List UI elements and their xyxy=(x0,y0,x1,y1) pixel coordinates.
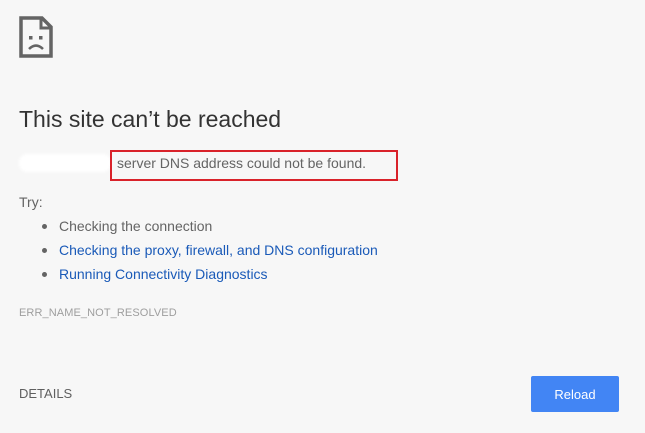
error-code: ERR_NAME_NOT_RESOLVED xyxy=(19,307,177,319)
page-title: This site can’t be reached xyxy=(19,106,282,132)
bullet-icon xyxy=(42,224,47,229)
suggestion-run-diagnostics-link[interactable]: Running Connectivity Diagnostics xyxy=(59,264,268,284)
bullet-icon xyxy=(42,248,47,253)
error-summary: server DNS address could not be found. xyxy=(19,150,399,181)
try-label: Try: xyxy=(19,194,43,210)
sad-page-icon xyxy=(19,16,53,58)
error-summary-text: server DNS address could not be found. xyxy=(117,155,367,171)
redacted-hostname xyxy=(19,154,111,172)
suggestion-check-proxy-link[interactable]: Checking the proxy, firewall, and DNS co… xyxy=(59,240,378,260)
details-button[interactable]: DETAILS xyxy=(19,385,72,403)
bullet-icon xyxy=(42,272,47,277)
reload-button[interactable]: Reload xyxy=(531,376,619,412)
suggestion-check-connection: Checking the connection xyxy=(59,218,213,234)
